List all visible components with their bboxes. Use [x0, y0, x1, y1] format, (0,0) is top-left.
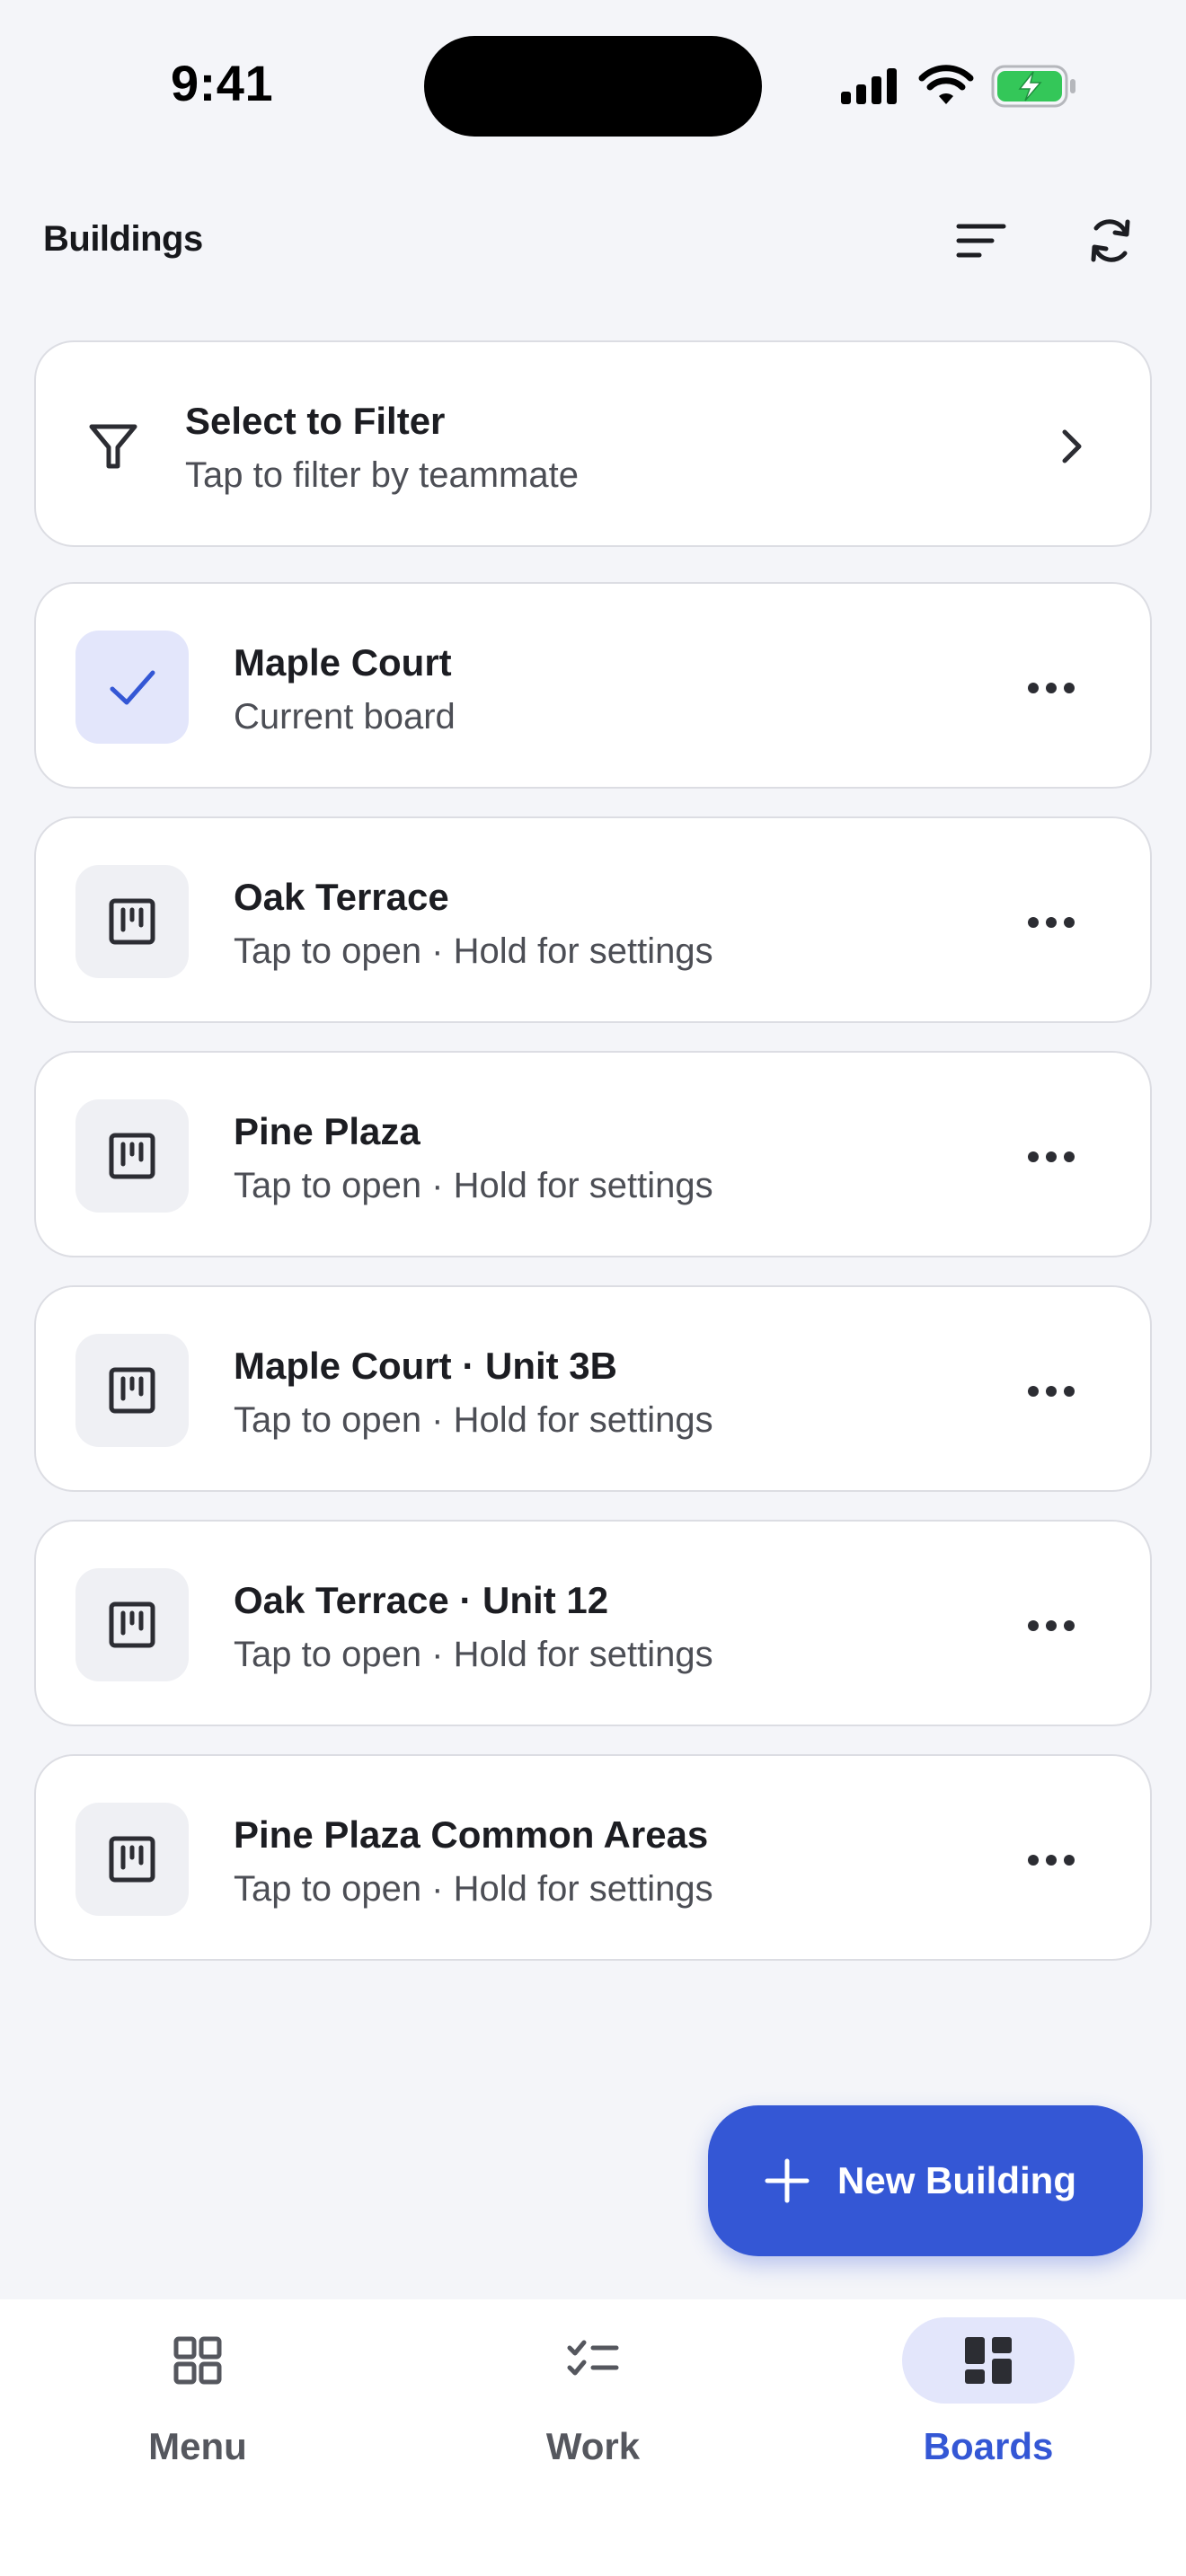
kanban-board-icon [109, 1836, 155, 1883]
checklist-icon [567, 2340, 619, 2376]
dynamic-island [424, 36, 762, 137]
board-title: Maple Court [234, 641, 452, 684]
board-subtitle: Tap to open · Hold for settings [234, 1635, 713, 1674]
checkmark-icon [110, 670, 155, 705]
board-card[interactable]: Oak Terrace Tap to open · Hold for setti… [34, 816, 1152, 1023]
board-tile [75, 1099, 189, 1213]
nav-label: Work [545, 2425, 641, 2467]
plus-icon [765, 2158, 810, 2203]
nav-label: Menu [148, 2425, 247, 2467]
new-building-button[interactable]: New Building [708, 2105, 1143, 2256]
nav-icon-wrap [507, 2317, 679, 2404]
grid-icon [173, 2336, 222, 2385]
status-bar: 9:41 [0, 0, 1186, 171]
nav-icon-wrap [111, 2317, 284, 2404]
filter-icon [89, 424, 137, 469]
chevron-right-icon [1062, 429, 1082, 463]
more-icon [1028, 683, 1075, 693]
new-building-label: New Building [837, 2159, 1076, 2201]
more-icon [1028, 1620, 1075, 1631]
bottom-nav: Menu Work Boards [0, 2299, 1186, 2576]
board-title: Pine Plaza Common Areas [234, 1813, 709, 1856]
more-button[interactable] [1015, 1590, 1087, 1662]
status-time: 9:41 [171, 55, 274, 111]
kanban-board-icon [109, 898, 155, 945]
refresh-button[interactable] [1078, 208, 1143, 273]
board-tile [75, 1568, 189, 1681]
board-tile [75, 1803, 189, 1916]
board-subtitle: Current board [234, 697, 456, 737]
board-title: Pine Plaza [234, 1110, 420, 1152]
filter-subtitle: Tap to filter by teammate [185, 455, 579, 495]
sort-icon [956, 224, 1006, 258]
board-title: Maple Court · Unit 3B [234, 1345, 617, 1387]
page-title: Buildings [43, 219, 203, 259]
wifi-icon [918, 65, 974, 104]
board-card[interactable]: Pine Plaza Common Areas Tap to open · Ho… [34, 1754, 1152, 1961]
more-icon [1028, 1386, 1075, 1397]
more-icon [1028, 917, 1075, 928]
more-button[interactable] [1015, 1824, 1087, 1896]
filter-card[interactable]: Select to Filter Tap to filter by teamma… [34, 340, 1152, 547]
battery-charging-icon [991, 65, 1075, 108]
more-button[interactable] [1015, 887, 1087, 958]
sort-button[interactable] [949, 208, 1013, 273]
nav-item-menu[interactable]: Menu [0, 2299, 395, 2524]
more-button[interactable] [1015, 652, 1087, 724]
more-icon [1028, 1151, 1075, 1162]
board-subtitle: Tap to open · Hold for settings [234, 1166, 713, 1205]
cellular-signal-icon [841, 68, 897, 104]
kanban-board-icon [109, 1133, 155, 1179]
kanban-board-icon [109, 1601, 155, 1648]
board-subtitle: Tap to open · Hold for settings [234, 1400, 713, 1440]
nav-item-boards[interactable]: Boards [791, 2299, 1186, 2524]
board-title: Oak Terrace · Unit 12 [234, 1579, 609, 1621]
board-card[interactable]: Oak Terrace · Unit 12 Tap to open · Hold… [34, 1520, 1152, 1726]
nav-icon-wrap-active [902, 2317, 1075, 2404]
nav-item-work[interactable]: Work [395, 2299, 791, 2524]
board-card-current[interactable]: Maple Court Current board [34, 582, 1152, 789]
more-icon [1028, 1855, 1075, 1866]
board-subtitle: Tap to open · Hold for settings [234, 1869, 713, 1909]
board-tile [75, 631, 189, 744]
more-button[interactable] [1015, 1355, 1087, 1427]
filter-title: Select to Filter [185, 400, 446, 442]
board-subtitle: Tap to open · Hold for settings [234, 931, 713, 971]
board-tile [75, 865, 189, 978]
board-card[interactable]: Maple Court · Unit 3B Tap to open · Hold… [34, 1285, 1152, 1492]
more-button[interactable] [1015, 1121, 1087, 1193]
board-title: Oak Terrace [234, 876, 449, 918]
refresh-icon [1091, 219, 1130, 262]
nav-label: Boards [923, 2425, 1054, 2467]
dashboard-icon [965, 2337, 1012, 2384]
board-tile [75, 1334, 189, 1447]
kanban-board-icon [109, 1367, 155, 1414]
board-card[interactable]: Pine Plaza Tap to open · Hold for settin… [34, 1051, 1152, 1257]
